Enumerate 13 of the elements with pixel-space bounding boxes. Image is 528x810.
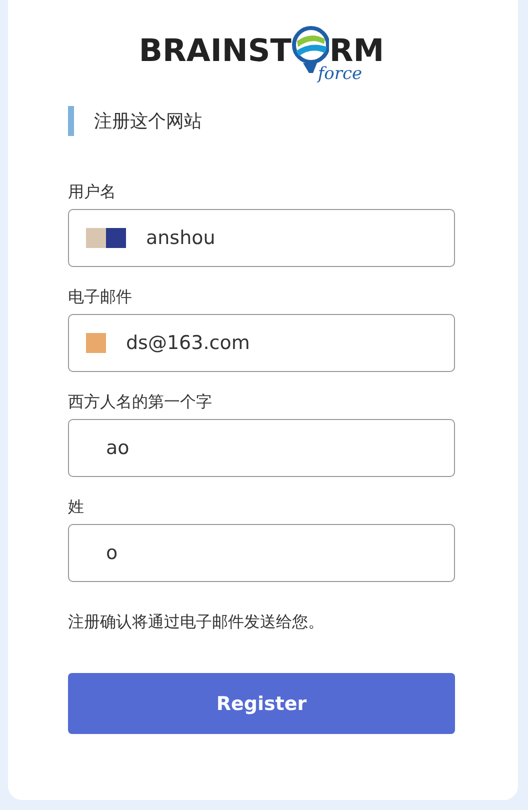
field-label: 姓 <box>68 497 85 518</box>
accent-bar <box>68 106 74 136</box>
input-field[interactable]: ds@163.com <box>68 314 455 372</box>
confirmation-note: 注册确认将通过电子邮件发送给您。 <box>68 612 325 633</box>
brand-logo: BRAINST RM force <box>138 22 384 80</box>
input-field[interactable]: anshou <box>68 209 455 267</box>
field-label: 电子邮件 <box>68 287 133 308</box>
register-button[interactable]: Register <box>68 673 455 734</box>
field-label: 用户名 <box>68 182 117 203</box>
input-field[interactable]: ao <box>68 419 455 477</box>
input-field[interactable]: o <box>68 524 455 582</box>
field-label: 西方人名的第一个字 <box>68 392 213 413</box>
form-heading: 注册这个网站 <box>94 110 202 133</box>
